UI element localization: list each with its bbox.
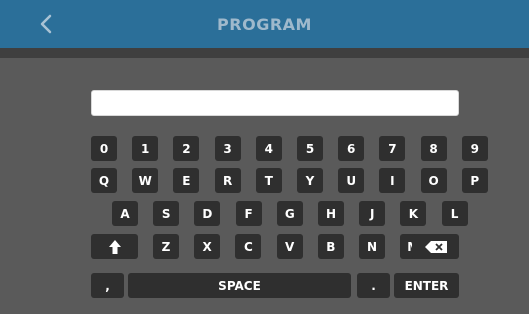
key-5[interactable]: 5 <box>297 136 323 161</box>
key-t[interactable]: T <box>255 168 282 193</box>
key-k[interactable]: K <box>400 201 427 226</box>
shift-key[interactable] <box>91 234 138 259</box>
backspace-key[interactable] <box>412 234 459 259</box>
key-a[interactable]: A <box>112 201 138 226</box>
key-h[interactable]: H <box>318 201 344 226</box>
shift-arrow-up-icon <box>108 239 121 254</box>
key-j[interactable]: J <box>359 201 386 226</box>
space-key[interactable]: SPACE <box>128 273 351 298</box>
key-w[interactable]: W <box>132 168 159 193</box>
enter-key[interactable]: ENTER <box>394 273 459 298</box>
key-6[interactable]: 6 <box>338 136 365 161</box>
key-d[interactable]: D <box>194 201 221 226</box>
key-x[interactable]: X <box>194 234 221 259</box>
key-q[interactable]: Q <box>91 168 117 193</box>
key-u[interactable]: U <box>338 168 365 193</box>
key-g[interactable]: G <box>276 201 303 226</box>
key-p[interactable]: P <box>461 168 488 193</box>
key-l[interactable]: L <box>441 201 468 226</box>
key-9[interactable]: 9 <box>461 136 488 161</box>
key-s[interactable]: S <box>153 201 180 226</box>
key-r[interactable]: R <box>214 168 241 193</box>
key-z[interactable]: Z <box>153 234 179 259</box>
key-b[interactable]: B <box>317 234 344 259</box>
key-2[interactable]: 2 <box>173 136 200 161</box>
key-3[interactable]: 3 <box>214 136 241 161</box>
key-v[interactable]: V <box>276 234 303 259</box>
key-7[interactable]: 7 <box>379 136 406 161</box>
key-o[interactable]: O <box>420 168 447 193</box>
page-title: PROGRAM <box>217 14 312 34</box>
key-8[interactable]: 8 <box>420 136 447 161</box>
key-y[interactable]: Y <box>297 168 323 193</box>
key-1[interactable]: 1 <box>132 136 159 161</box>
key-e[interactable]: E <box>173 168 200 193</box>
key-f[interactable]: F <box>235 201 262 226</box>
title-bar-divider <box>0 48 529 58</box>
key-c[interactable]: C <box>235 234 262 259</box>
text-input-field[interactable] <box>91 90 459 116</box>
key-n[interactable]: N <box>359 234 385 259</box>
key-4[interactable]: 4 <box>255 136 282 161</box>
period-key[interactable]: . <box>357 273 390 298</box>
comma-key[interactable]: , <box>91 273 124 298</box>
key-0[interactable]: 0 <box>91 136 117 161</box>
key-i[interactable]: I <box>379 168 406 193</box>
backspace-icon <box>424 240 447 253</box>
